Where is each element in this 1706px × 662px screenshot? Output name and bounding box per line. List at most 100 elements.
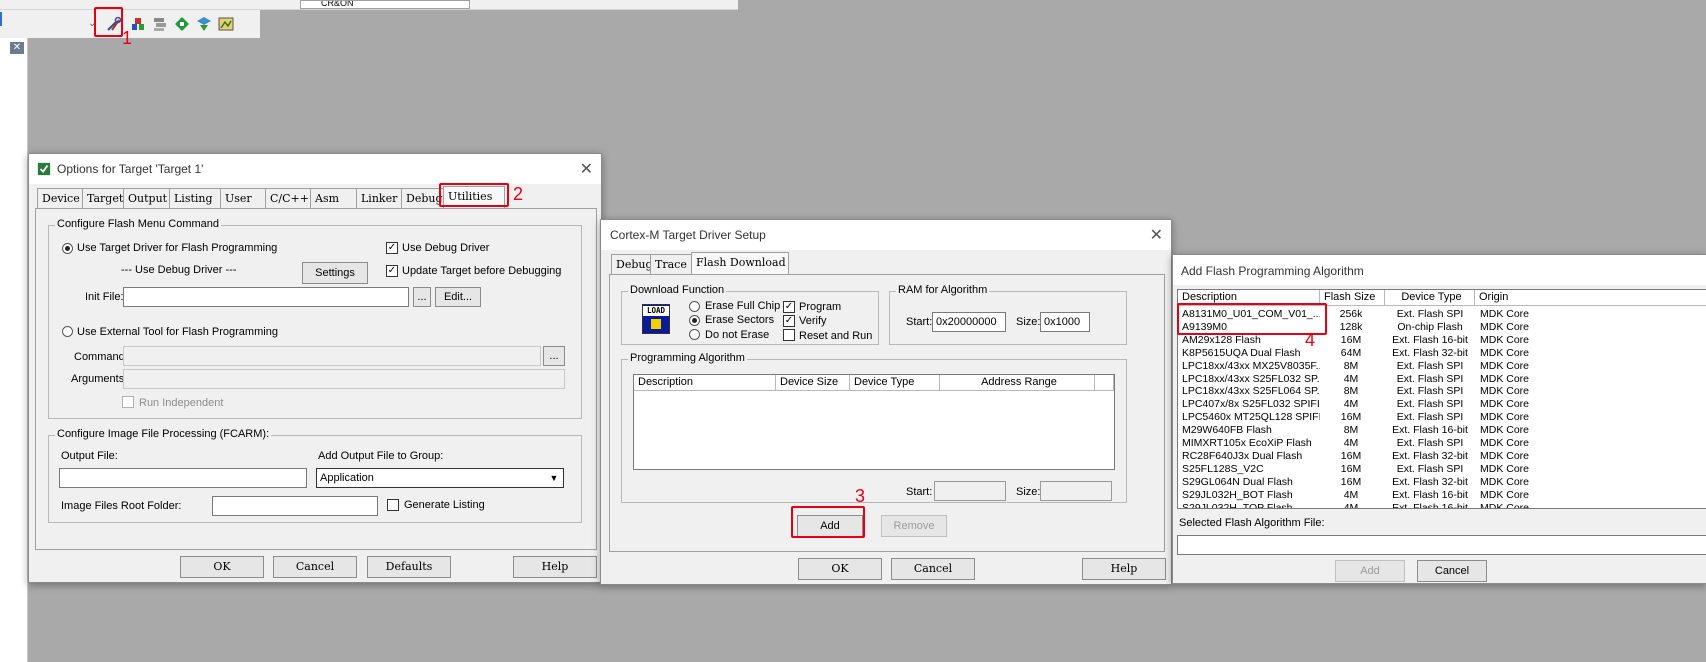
list-item[interactable]: S29GL064N Dual Flash 16M Ext. Flash 32-bit…	[1178, 476, 1706, 489]
do-not-erase-radio[interactable]	[689, 329, 700, 340]
list-item[interactable]: LPC5460x MT25QL128 SPIFI 16M Ext. Flash SP…	[1178, 411, 1706, 424]
list-item[interactable]: LPC18xx/43xx S25FL032 SP... 4M Ext. Flash …	[1178, 373, 1706, 386]
tab-output[interactable]: Output	[123, 188, 170, 208]
program-checkbox[interactable]: ✓	[783, 301, 795, 313]
help-button[interactable]: Help	[513, 556, 597, 578]
row-description: AM29x128 Flash	[1182, 333, 1261, 346]
row-flash-size: 4M	[1343, 398, 1359, 411]
row-device-type: Ext. Flash 16-bit	[1392, 333, 1468, 346]
algorithm-list[interactable]: Description Device Size Device Type Addr…	[633, 374, 1115, 470]
options-for-target-dialog: Options for Target 'Target 1' ✕ Device T…	[28, 153, 602, 583]
column-device-type[interactable]: Device Type	[850, 375, 940, 391]
dialog-title: Options for Target 'Target 1'	[57, 162, 204, 176]
ok-button[interactable]: OK	[798, 558, 882, 580]
list-item[interactable]: LPC18xx/43xx MX25V8035F... 8M Ext. Flash S…	[1178, 360, 1706, 373]
root-folder-input[interactable]	[212, 496, 378, 516]
manage-project-icon[interactable]	[152, 16, 168, 32]
row-flash-size: 16M	[1340, 449, 1362, 462]
add-button[interactable]: Add	[1335, 560, 1405, 582]
tab-target[interactable]: Target	[82, 188, 124, 208]
select-packs-icon[interactable]	[174, 16, 190, 32]
run-independent-checkbox[interactable]	[122, 396, 134, 408]
ram-size-input[interactable]: 0x1000	[1040, 312, 1090, 332]
load-icon[interactable]	[130, 16, 146, 32]
update-target-checkbox[interactable]: ✓	[386, 265, 398, 277]
cancel-button[interactable]: Cancel	[891, 558, 975, 580]
command-input[interactable]	[123, 346, 541, 366]
erase-sectors-label: Erase Sectors	[705, 314, 775, 326]
tab-debug[interactable]: Debug	[611, 254, 653, 274]
init-file-input[interactable]	[123, 287, 409, 307]
close-icon[interactable]: ✕	[1150, 225, 1163, 245]
list-item[interactable]: K8P5615UQA Dual Flash 64M Ext. Flash 32-bi…	[1178, 347, 1706, 360]
reset-and-run-checkbox[interactable]	[783, 329, 795, 341]
list-item[interactable]: LPC18xx/43xx S25FL064 SP... 8M Ext. Flash …	[1178, 385, 1706, 398]
arguments-input[interactable]	[123, 369, 565, 389]
list-item[interactable]: AM29x128 Flash 16M Ext. Flash 16-bit MDK Co…	[1178, 334, 1706, 347]
close-icon[interactable]: ✕	[10, 42, 24, 54]
group-select[interactable]: Application ▼	[316, 468, 564, 488]
pack-installer-icon[interactable]	[196, 16, 212, 32]
use-debug-driver-checkbox[interactable]: ✓	[386, 242, 398, 254]
column-address-range[interactable]: Address Range	[940, 375, 1095, 391]
annotation-number-1: 1	[122, 28, 133, 48]
tab-user[interactable]: User	[220, 188, 266, 208]
cancel-button[interactable]: Cancel	[1417, 560, 1487, 582]
erase-full-chip-radio[interactable]	[689, 301, 700, 312]
manage-runtime-icon[interactable]	[218, 16, 234, 32]
target-combo[interactable]: CR&ON	[300, 0, 470, 9]
generate-listing-checkbox[interactable]	[387, 499, 399, 511]
tab-asm[interactable]: Asm	[310, 188, 357, 208]
reset-and-run-label: Reset and Run	[799, 330, 873, 342]
tab-cc[interactable]: C/C++	[265, 188, 311, 208]
list-item[interactable]: S29JL032H_BOT Flash 4M Ext. Flash 16-bit MD…	[1178, 489, 1706, 502]
tab-debug[interactable]: Debug	[401, 188, 444, 208]
list-item[interactable]: M29W640FB Flash 8M Ext. Flash 16-bit MDK Co…	[1178, 424, 1706, 437]
column-flash-size[interactable]: Flash Size	[1320, 290, 1385, 306]
column-description[interactable]: Description	[634, 375, 776, 391]
dropdown-arrow-icon[interactable]: ▼	[547, 472, 561, 484]
erase-sectors-radio[interactable]	[689, 315, 700, 326]
row-description: RC28F640J3x Dual Flash	[1182, 449, 1303, 462]
run-independent-label: Run Independent	[139, 397, 224, 409]
verify-checkbox[interactable]: ✓	[783, 315, 795, 327]
tab-trace[interactable]: Trace	[650, 254, 692, 274]
tab-flash-download[interactable]: Flash Download	[691, 252, 789, 274]
init-file-browse-button[interactable]: ...	[413, 287, 431, 307]
row-flash-size: 4M	[1343, 501, 1359, 509]
tab-strip: Debug Trace Flash Download	[611, 252, 911, 274]
list-item[interactable]: S25FL128S_V2C 16M Ext. Flash SPI MDK Core	[1178, 463, 1706, 476]
row-device-type: Ext. Flash 16-bit	[1392, 501, 1468, 509]
close-icon[interactable]: ✕	[580, 159, 593, 179]
settings-button[interactable]: Settings	[302, 262, 368, 284]
use-external-tool-radio[interactable]	[62, 326, 73, 337]
group-select-value: Application	[320, 472, 374, 484]
tab-listing[interactable]: Listing	[169, 188, 221, 208]
list-item[interactable]: RC28F640J3x Dual Flash 16M Ext. Flash 32-b…	[1178, 450, 1706, 463]
use-target-driver-radio[interactable]	[62, 243, 73, 254]
column-origin[interactable]: Origin	[1475, 290, 1706, 306]
tab-linker[interactable]: Linker	[356, 188, 402, 208]
cancel-button[interactable]: Cancel	[273, 556, 357, 578]
row-origin: MDK Core	[1480, 398, 1530, 411]
algo-start-input[interactable]	[934, 481, 1006, 501]
list-item[interactable]: LPC407x/8x S25FL032 SPIFI 4M Ext. Flash SP…	[1178, 398, 1706, 411]
selected-file-input[interactable]	[1177, 535, 1706, 555]
ram-start-input[interactable]: 0x20000000	[932, 312, 1006, 332]
list-item[interactable]: MIMXRT105x EcoXiP Flash 4M Ext. Flash SPI M…	[1178, 437, 1706, 450]
column-device-size[interactable]: Device Size	[776, 375, 850, 391]
remove-algorithm-button[interactable]: Remove	[881, 515, 947, 537]
command-browse-button[interactable]: ...	[543, 346, 565, 366]
tab-device[interactable]: Device	[37, 188, 83, 208]
output-file-input[interactable]	[59, 468, 307, 488]
list-item[interactable]: S29JL032H_TOP Flash 4M Ext. Flash 16-bit MD…	[1178, 501, 1706, 509]
edit-button[interactable]: Edit...	[435, 287, 481, 307]
dialog-titlebar: Add Flash Programming Algorithm	[1173, 255, 1706, 285]
row-flash-size: 16M	[1340, 475, 1362, 488]
defaults-button[interactable]: Defaults	[367, 556, 451, 578]
ok-button[interactable]: OK	[180, 556, 264, 578]
algo-size-input[interactable]	[1040, 481, 1112, 501]
column-device-type[interactable]: Device Type	[1385, 290, 1475, 306]
help-button[interactable]: Help	[1082, 558, 1166, 580]
ram-size-label: Size:	[1016, 316, 1041, 328]
